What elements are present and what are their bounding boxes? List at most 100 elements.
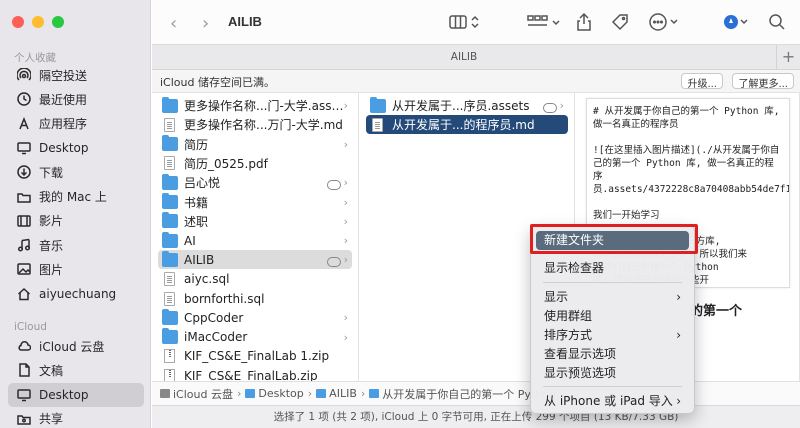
sidebar-item-label: 下载 — [39, 165, 64, 180]
sidebar-item-icloud-1[interactable]: 文稿 — [8, 358, 144, 382]
menu-item-1[interactable]: 显示检查器 — [536, 259, 689, 278]
menu-item-label: 从 iPhone 或 iPad 导入 — [544, 394, 673, 408]
search-icon[interactable] — [768, 12, 786, 32]
tab-bar: AILIB + — [152, 44, 800, 70]
file-row[interactable]: aiyc.sql — [158, 270, 352, 289]
document-icon — [164, 291, 175, 306]
chevron-right-icon: › — [343, 330, 348, 344]
folder-icon — [316, 389, 327, 398]
folder-row[interactable]: 述职 › — [158, 212, 352, 231]
folder-row[interactable]: AILIB › — [158, 250, 352, 270]
tab-ailib[interactable]: AILIB — [152, 51, 776, 63]
folder-row[interactable]: AI › — [158, 231, 352, 250]
file-row[interactable]: bornforthi.sql — [158, 289, 352, 308]
close-window-button[interactable] — [12, 16, 24, 28]
sidebar-item-fav-7[interactable]: 音乐 — [8, 233, 144, 257]
path-segment[interactable]: iCloud 云盘 — [160, 386, 233, 402]
group-icon[interactable] — [526, 12, 564, 32]
folder-row[interactable]: iMacCoder › — [158, 328, 352, 347]
folder-row[interactable]: 从开发属于...序员.assets › — [366, 96, 568, 115]
file-row[interactable]: KIF_CS&E_FinalLab.zip — [158, 366, 352, 381]
chevron-right-icon: › — [343, 137, 348, 151]
icloud-storage-banner: iCloud 储存空间已满。 升级... 了解更多... — [152, 70, 800, 93]
path-segment[interactable]: AILIB — [316, 387, 357, 400]
zip-file-icon — [164, 368, 175, 381]
view-columns-icon[interactable] — [448, 12, 482, 32]
folder-icon — [162, 96, 178, 113]
chevron-right-icon: › — [343, 99, 348, 112]
sidebar-item-icloud-3[interactable]: 共享 — [8, 407, 144, 428]
folder-row[interactable]: 书籍 › — [158, 193, 352, 212]
tag-icon[interactable] — [610, 12, 630, 32]
sidebar-item-label: 隔空投送 — [39, 68, 88, 83]
share-icon[interactable] — [576, 12, 592, 32]
menu-separator — [543, 282, 682, 283]
sidebar-item-fav-3[interactable]: Desktop — [8, 136, 144, 160]
sidebar-item-label: Desktop — [39, 140, 89, 155]
shared-folder-icon — [16, 411, 32, 427]
airdrop-icon — [16, 67, 32, 83]
row-label: KIF_CS&E_FinalLab.zip — [184, 368, 318, 381]
sidebar-item-icloud-2[interactable]: Desktop — [8, 382, 144, 407]
sidebar-item-label: aiyuechuang — [39, 286, 117, 301]
back-icon[interactable]: ‹ — [170, 13, 177, 34]
sidebar-item-fav-9[interactable]: aiyuechuang — [8, 282, 144, 306]
path-segment[interactable]: 从开发属于你自己的第一个 Python — [369, 386, 556, 402]
chevron-right-icon: › — [343, 176, 348, 190]
folder-icon — [162, 135, 178, 152]
zoom-window-button[interactable] — [52, 16, 64, 28]
menu-item-4[interactable]: 排序方式 › — [536, 326, 689, 345]
sync-status-icon[interactable] — [723, 12, 751, 32]
zip-file-icon — [164, 349, 175, 364]
row-label: KIF_CS&E_FinalLab 1.zip — [184, 349, 330, 364]
sidebar-item-fav-5[interactable]: 我的 Mac 上 — [8, 185, 144, 209]
menu-item-7[interactable]: 从 iPhone 或 iPad 导入 › — [536, 392, 689, 411]
path-separator-icon: › — [307, 387, 313, 400]
sidebar-item-fav-1[interactable]: 最近使用 — [8, 87, 144, 111]
chevron-right-icon: › — [343, 253, 348, 267]
sidebar-item-fav-0[interactable]: 隔空投送 — [8, 63, 144, 87]
sidebar-item-label: 共享 — [39, 412, 64, 427]
menu-item-label: 查看显示选项 — [544, 347, 617, 361]
preview-heading: 的第一个 — [690, 304, 743, 319]
row-label: 简历 — [184, 137, 209, 152]
folder-row[interactable]: 吕心悦 › — [158, 173, 352, 192]
sidebar-item-fav-4[interactable]: 下载 — [8, 160, 144, 184]
submenu-chevron-icon: › — [676, 290, 681, 304]
forward-icon[interactable]: › — [202, 13, 209, 34]
upgrade-button[interactable]: 升级... — [681, 73, 723, 90]
row-label: 更多操作名称...门-大学.assets — [184, 99, 344, 113]
cloud-icon — [160, 389, 170, 398]
sidebar-item-fav-8[interactable]: 图片 — [8, 257, 144, 281]
menu-item-5[interactable]: 查看显示选项 — [536, 345, 689, 364]
file-row[interactable]: 从开发属于...的程序员.md — [366, 115, 568, 135]
clock-icon — [16, 91, 32, 107]
sidebar-item-icloud-0[interactable]: iCloud 云盘 — [8, 334, 144, 358]
document-icon — [372, 117, 383, 132]
menu-item-label: 显示预览选项 — [544, 366, 617, 380]
sidebar-item-fav-6[interactable]: 影片 — [8, 209, 144, 233]
chevron-right-icon: › — [559, 99, 564, 112]
folder-row[interactable]: 简历 › — [158, 135, 352, 154]
sidebar-item-label: 影片 — [39, 214, 64, 229]
folder-row[interactable]: 更多操作名称...门-大学.assets › — [158, 96, 352, 115]
folder-icon — [162, 231, 178, 248]
folder-row[interactable]: CppCoder › — [158, 308, 352, 327]
path-segment[interactable]: Desktop — [245, 387, 304, 400]
file-row[interactable]: 更多操作名称...万门-大学.md — [158, 115, 352, 134]
sidebar-item-fav-2[interactable]: 应用程序 — [8, 112, 144, 136]
more-actions-icon[interactable] — [648, 12, 682, 32]
new-tab-button[interactable]: + — [776, 45, 800, 70]
status-bar: 选择了 1 项 (共 2 项), iCloud 上 0 字节可用, 正在上传 2… — [152, 405, 800, 428]
menu-item-2[interactable]: 显示 › — [536, 288, 689, 307]
column-desktop: 更多操作名称...门-大学.assets › 更多操作名称...万门-大学.md 简历… — [152, 93, 359, 381]
minimize-window-button[interactable] — [32, 16, 44, 28]
file-row[interactable]: 简历_0525.pdf — [158, 154, 352, 173]
menu-item-6[interactable]: 显示预览选项 — [536, 364, 689, 383]
desktop-icon — [16, 387, 32, 403]
row-label: AILIB — [184, 252, 215, 267]
row-label: bornforthi.sql — [184, 291, 265, 306]
menu-item-3[interactable]: 使用群组 — [536, 307, 689, 326]
file-row[interactable]: KIF_CS&E_FinalLab 1.zip — [158, 347, 352, 366]
learn-more-button[interactable]: 了解更多... — [732, 73, 794, 90]
